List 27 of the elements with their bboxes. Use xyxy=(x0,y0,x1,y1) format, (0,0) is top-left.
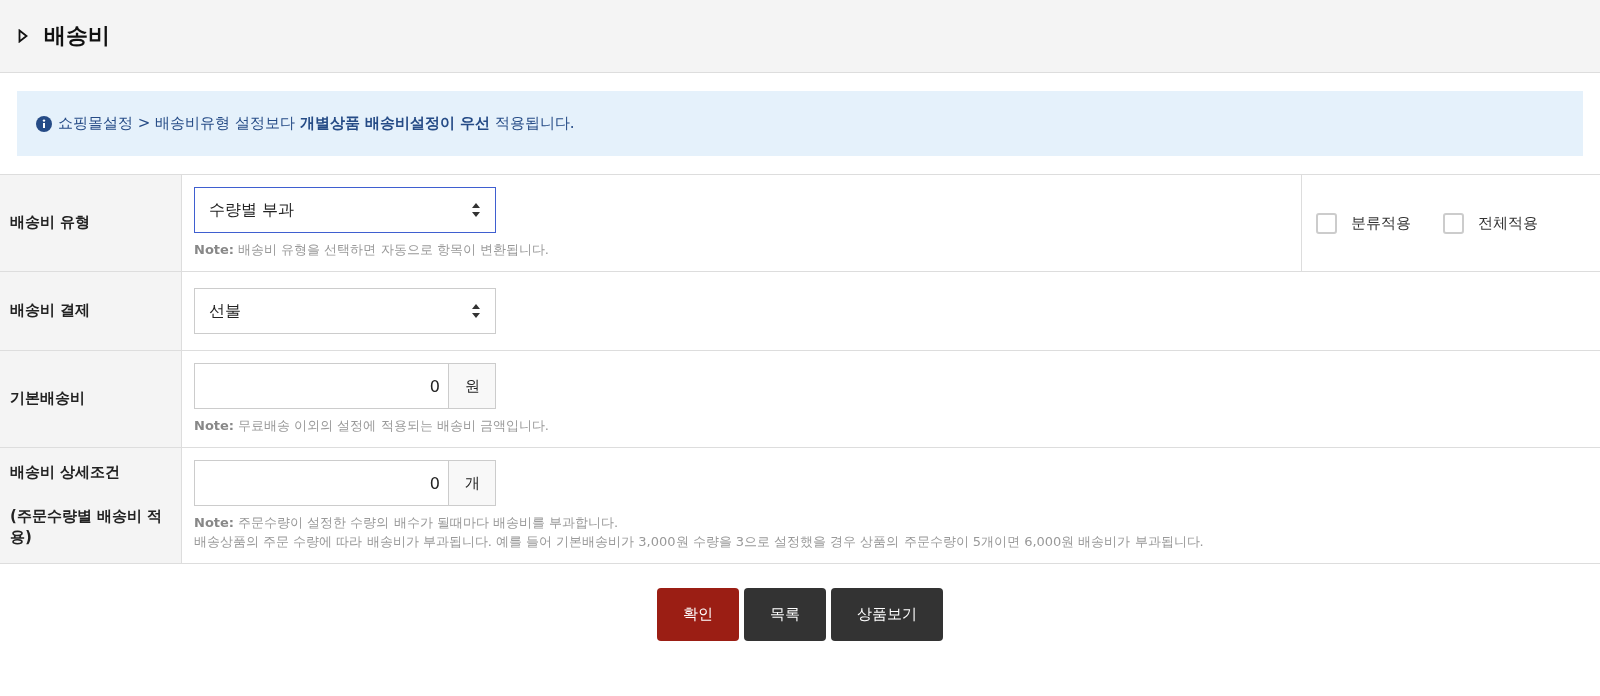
unit-label: 개 xyxy=(449,460,496,507)
field-label: 기본배송비 xyxy=(10,388,85,410)
help-note: Note: 주문수량이 설정한 수량의 배수가 될때마다 배송비를 부과합니다. xyxy=(194,514,620,533)
help-note: Note: 무료배송 이외의 설정에 적용되는 배송비 금액입니다. xyxy=(194,417,550,436)
field-label: 배송비 상세조건 (주문수량별 배송비 적용) xyxy=(10,462,164,549)
number-input[interactable]: 0 xyxy=(194,460,449,507)
checkbox[interactable] xyxy=(1443,212,1464,234)
checkbox[interactable] xyxy=(1316,212,1337,234)
info-icon xyxy=(36,115,52,132)
sort-arrows-icon xyxy=(471,202,481,218)
unit-label: 원 xyxy=(449,363,496,410)
sort-arrows-icon xyxy=(471,303,481,320)
field-label: 배송비 유형 xyxy=(10,212,91,234)
select-field[interactable]: 선불 xyxy=(194,288,496,335)
info-text: 쇼핑몰설정 > 배송비유형 설정보다 개별상품 배송비설정이 우선 적용됩니다. xyxy=(58,114,575,133)
triangle-right-icon xyxy=(18,29,28,43)
checkbox-label[interactable]: 전체적용 xyxy=(1478,213,1538,233)
action-button[interactable]: 목록 xyxy=(744,587,826,641)
field-label: 배송비 결제 xyxy=(10,300,91,322)
section-title: 배송비 xyxy=(44,22,110,50)
help-note: Note: 배송비 유형을 선택하면 자동으로 항목이 변환됩니다. xyxy=(194,241,550,259)
action-button[interactable]: 상품보기 xyxy=(831,587,943,641)
number-input[interactable]: 0 xyxy=(194,363,449,410)
action-button[interactable]: 확인 xyxy=(657,587,739,641)
select-field[interactable]: 수량별 부과 xyxy=(194,187,496,233)
checkbox-label[interactable]: 분류적용 xyxy=(1351,213,1411,233)
help-note: 배송상품의 주문 수량에 따라 배송비가 부과됩니다. 예를 들어 기본배송비가 3,000원 수량을 3으로 설정했을 경우 상품의 주문수량이 5개이면 6,000원 배송비가 부과됩니다. xyxy=(194,532,1205,551)
